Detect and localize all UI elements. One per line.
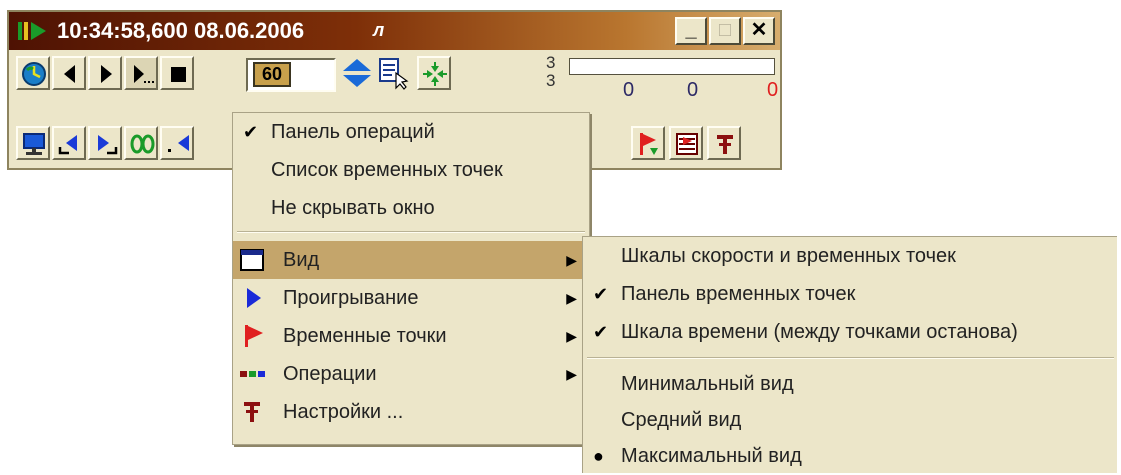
clock-icon <box>22 62 46 86</box>
menu-item-label: Список временных точек <box>271 159 503 181</box>
counter-top: 3 <box>546 53 556 72</box>
arrows-inward-icon <box>423 62 447 86</box>
close-button[interactable]: ✕ <box>743 17 775 45</box>
back-to-point-button[interactable] <box>52 126 86 160</box>
view-submenu: Шкалы скорости и временных точек ✔ Панел… <box>582 236 1117 473</box>
menu-item-label: Не скрывать окно <box>271 197 435 219</box>
menu-item-time-points-list[interactable]: Список временных точек <box>233 151 589 189</box>
double-zero-icon <box>130 134 155 154</box>
view-item-time-points-panel[interactable]: ✔ Панель временных точек <box>583 275 1117 313</box>
add-flag-button[interactable] <box>631 126 665 160</box>
menu-item-label: Временные точки <box>283 325 447 347</box>
fit-button[interactable] <box>417 56 451 90</box>
flag-list-icon <box>676 133 698 155</box>
red-flag-down-icon <box>640 133 658 155</box>
menu-item-label: Панель операций <box>271 121 435 143</box>
checkmark-icon: ✔ <box>593 322 609 342</box>
menu-item-operations[interactable]: Операции ▶ <box>233 355 589 393</box>
checkmark-icon: ✔ <box>593 284 609 304</box>
stop-button[interactable] <box>160 56 194 90</box>
flag-list-button[interactable] <box>669 126 703 160</box>
menu-item-settings[interactable]: Настройки ... <box>233 393 589 431</box>
submenu-arrow-icon: ▶ <box>566 290 577 306</box>
view-item-speed-scales[interactable]: Шкалы скорости и временных точек <box>583 237 1117 275</box>
partial-button[interactable] <box>160 126 194 160</box>
view-item-maximal[interactable]: ● Максимальный вид <box>583 437 1117 475</box>
window-title: 10:34:58,600 08.06.2006 <box>57 18 305 43</box>
settings-button[interactable] <box>707 126 741 160</box>
zero-button[interactable] <box>124 126 158 160</box>
menu-item-label: Панель временных точек <box>621 283 856 305</box>
menu-item-label: Минимальный вид <box>621 373 794 395</box>
play-icon <box>247 288 261 308</box>
menu-item-playback[interactable]: Проигрывание ▶ <box>233 279 589 317</box>
menu-item-time-points[interactable]: Временные точки ▶ <box>233 317 589 355</box>
list-cursor-icon <box>379 58 409 90</box>
menu-item-label: Операции <box>283 363 377 385</box>
minimize-button[interactable]: _ <box>675 17 707 45</box>
time-scale-bar[interactable] <box>569 58 775 75</box>
menu-item-label: Средний вид <box>621 409 742 431</box>
window-title-suffix: л <box>373 20 385 40</box>
value-2: 0 <box>687 79 699 101</box>
speed-value: 60 <box>253 62 291 87</box>
menu-item-label: Максимальный вид <box>621 445 802 467</box>
settings-f-icon <box>717 135 733 154</box>
clock-button[interactable] <box>16 56 50 90</box>
monitor-icon <box>23 133 45 155</box>
triangle-left-dots-icon <box>168 135 189 152</box>
triangle-right-bracket-icon <box>98 135 118 155</box>
menu-item-keep-window[interactable]: Не скрывать окно <box>233 189 589 227</box>
title-bar[interactable]: 10:34:58,600 08.06.2006 л _ □ ✕ <box>9 12 780 50</box>
menu-item-label: Шкалы скорости и временных точек <box>621 245 956 267</box>
monitor-button[interactable] <box>16 126 50 160</box>
menu-separator <box>237 231 585 233</box>
step-back-button[interactable] <box>52 56 86 90</box>
play-dots-icon <box>134 65 154 83</box>
radio-dot-icon: ● <box>593 446 604 466</box>
settings-icon <box>244 402 260 422</box>
menu-item-view[interactable]: Вид ▶ <box>233 241 589 279</box>
value-3: 0 <box>767 79 779 101</box>
up-down-arrows-icon <box>343 59 371 87</box>
view-item-medium[interactable]: Средний вид <box>583 401 1117 439</box>
submenu-arrow-icon: ▶ <box>566 328 577 344</box>
red-flag-icon <box>245 325 263 347</box>
submenu-arrow-icon: ▶ <box>566 252 577 268</box>
submenu-arrow-icon: ▶ <box>566 366 577 382</box>
triangle-left-bracket-icon <box>58 135 77 155</box>
menu-item-operations-panel[interactable]: ✔ Панель операций <box>233 113 589 151</box>
menu-item-label: Шкала времени (между точками останова) <box>621 321 1018 343</box>
view-item-minimal[interactable]: Минимальный вид <box>583 365 1117 403</box>
stop-icon <box>171 67 186 82</box>
counter-bottom: 3 <box>546 71 556 90</box>
speed-spinner[interactable] <box>339 56 375 90</box>
menu-item-label: Настройки ... <box>283 401 404 423</box>
step-forward-button[interactable] <box>88 56 122 90</box>
window-icon <box>240 249 264 271</box>
menu-item-label: Проигрывание <box>283 287 419 309</box>
triangle-left-icon <box>64 65 75 83</box>
view-item-time-scale[interactable]: ✔ Шкала времени (между точками останова) <box>583 313 1117 351</box>
operations-icon <box>240 371 265 377</box>
speed-field[interactable]: 60 <box>246 58 336 92</box>
context-menu: ✔ Панель операций Список временных точек… <box>232 112 590 445</box>
forward-to-point-button[interactable] <box>88 126 122 160</box>
checkmark-icon: ✔ <box>243 122 259 142</box>
menu-item-label: Вид <box>283 249 320 271</box>
app-icon <box>17 20 47 42</box>
triangle-right-icon <box>101 65 112 83</box>
time-points-list-button[interactable] <box>376 56 410 90</box>
maximize-button[interactable]: □ <box>709 17 741 45</box>
value-1: 0 <box>623 79 635 101</box>
menu-separator <box>587 357 1114 359</box>
play-to-end-button[interactable] <box>124 56 158 90</box>
